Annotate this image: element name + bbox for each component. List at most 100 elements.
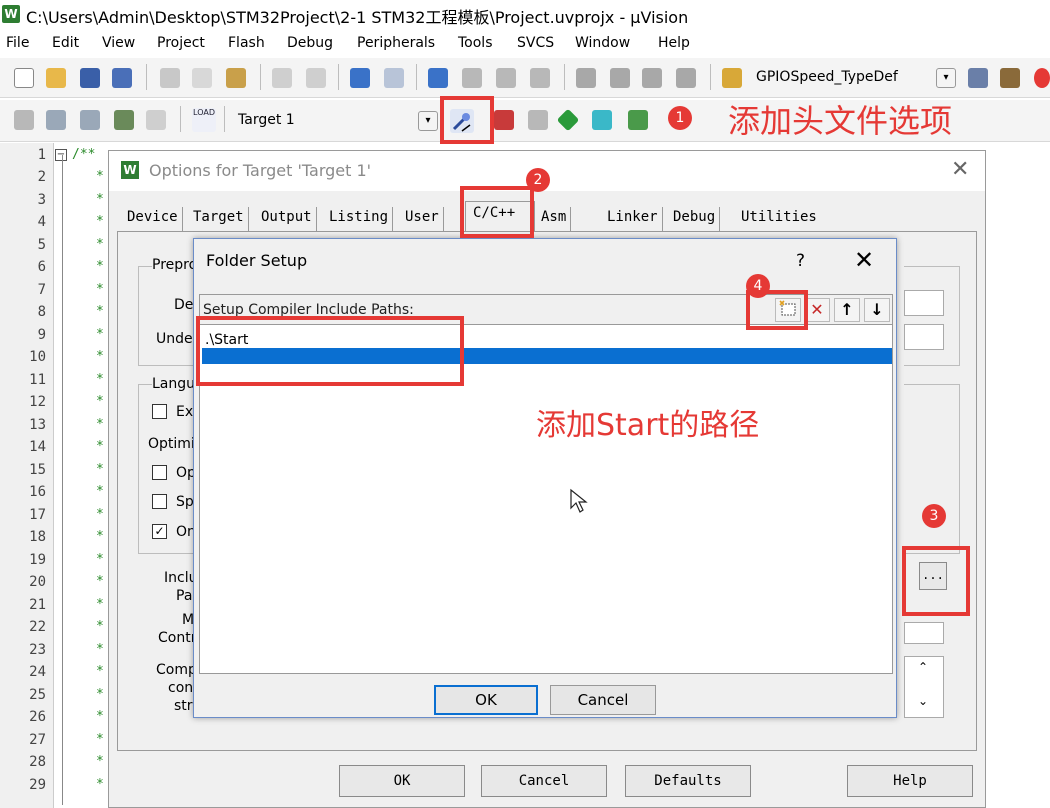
save-all-icon[interactable] bbox=[112, 68, 132, 88]
pack-installer-icon[interactable] bbox=[592, 110, 612, 130]
options-help-button[interactable]: Help bbox=[847, 765, 973, 797]
navigate-back-icon[interactable] bbox=[350, 68, 370, 88]
copy-icon[interactable] bbox=[192, 68, 212, 88]
find-icon[interactable] bbox=[968, 68, 988, 88]
combo-dropdown-icon[interactable]: ▾ bbox=[936, 68, 956, 88]
folder-cancel-button[interactable]: Cancel bbox=[550, 685, 656, 715]
close-icon[interactable]: ✕ bbox=[951, 157, 969, 182]
tab-utilities[interactable]: Utilities bbox=[737, 207, 821, 231]
options-cancel-button[interactable]: Cancel bbox=[481, 765, 607, 797]
bookmark-clear-icon[interactable] bbox=[530, 68, 550, 88]
scroll-down-icon[interactable]: ⌄ bbox=[918, 694, 928, 708]
find-in-files-icon[interactable] bbox=[722, 68, 742, 88]
option-checkbox[interactable] bbox=[152, 465, 167, 480]
tab-target[interactable]: Target bbox=[189, 207, 249, 231]
manage-components-icon[interactable] bbox=[494, 110, 514, 130]
line-number: 11 bbox=[29, 372, 46, 388]
line-number: 24 bbox=[29, 664, 46, 680]
folder-ok-button[interactable]: OK bbox=[434, 685, 538, 715]
tab-asm[interactable]: Asm bbox=[537, 207, 572, 231]
tab-device[interactable]: Device bbox=[123, 207, 183, 231]
tab-user[interactable]: User bbox=[401, 207, 444, 231]
save-icon[interactable] bbox=[80, 68, 100, 88]
folder-setup-title: Folder Setup bbox=[206, 251, 308, 270]
stop-build-icon[interactable] bbox=[146, 110, 166, 130]
uncomment-icon[interactable] bbox=[676, 68, 696, 88]
indent-icon[interactable] bbox=[576, 68, 596, 88]
run-time-env-icon[interactable] bbox=[628, 110, 648, 130]
rebuild-icon[interactable] bbox=[80, 110, 100, 130]
stop-icon[interactable] bbox=[1034, 68, 1050, 88]
annotation-header-option: 添加头文件选项 bbox=[728, 102, 953, 140]
help-icon[interactable]: ? bbox=[796, 251, 805, 271]
target-select[interactable]: Target 1 bbox=[232, 109, 438, 133]
paste-icon[interactable] bbox=[226, 68, 246, 88]
translate-icon[interactable] bbox=[14, 110, 34, 130]
code-comment-star: * bbox=[96, 304, 104, 319]
new-file-icon[interactable] bbox=[14, 68, 34, 88]
toolbar-separator bbox=[416, 64, 417, 90]
navigate-forward-icon[interactable] bbox=[384, 68, 404, 88]
select-pack-icon[interactable] bbox=[556, 108, 580, 132]
batch-build-icon[interactable] bbox=[114, 110, 134, 130]
move-down-icon[interactable]: ↓ bbox=[864, 298, 890, 322]
cut-icon[interactable] bbox=[160, 68, 180, 88]
download-icon[interactable]: LOAD bbox=[192, 108, 216, 132]
tab-debug[interactable]: Debug bbox=[669, 207, 721, 231]
mouse-cursor-icon bbox=[570, 488, 588, 513]
menu-flash[interactable]: Flash bbox=[228, 35, 265, 51]
menu-svcs[interactable]: SVCS bbox=[517, 35, 554, 51]
file-extensions-icon[interactable] bbox=[528, 110, 548, 130]
menu-help[interactable]: Help bbox=[658, 35, 690, 51]
tab-linker[interactable]: Linker bbox=[603, 207, 663, 231]
unindent-icon[interactable] bbox=[610, 68, 630, 88]
code-comment-star: * bbox=[96, 754, 104, 769]
target-dropdown-icon[interactable]: ▾ bbox=[418, 111, 438, 131]
code-comment-star: * bbox=[96, 282, 104, 297]
menu-project[interactable]: Project bbox=[157, 35, 205, 51]
menu-debug[interactable]: Debug bbox=[287, 35, 333, 51]
build-icon[interactable] bbox=[46, 110, 66, 130]
option-checkbox[interactable] bbox=[152, 404, 167, 419]
bookmark-next-icon[interactable] bbox=[496, 68, 516, 88]
menu-view[interactable]: View bbox=[102, 35, 135, 51]
close-icon[interactable]: ✕ bbox=[854, 246, 874, 274]
undefine-field[interactable] bbox=[904, 324, 944, 350]
code-comment-star: * bbox=[96, 664, 104, 679]
comment-icon[interactable] bbox=[642, 68, 662, 88]
define-field[interactable] bbox=[904, 290, 944, 316]
misc-controls-label: Contr bbox=[158, 630, 197, 646]
debug-session-icon[interactable] bbox=[1000, 68, 1020, 88]
tab-output[interactable]: Output bbox=[257, 207, 317, 231]
find-combo[interactable]: GPIOSpeed_TypeDef bbox=[752, 66, 958, 90]
option-checkbox-label: Ex bbox=[176, 404, 194, 420]
toolbar-separator bbox=[710, 64, 711, 90]
line-number: 25 bbox=[29, 687, 46, 703]
fold-line bbox=[62, 155, 63, 805]
toolbar-separator bbox=[260, 64, 261, 90]
line-number: 2 bbox=[37, 169, 46, 185]
tab-listing[interactable]: Listing bbox=[325, 207, 394, 231]
line-number: 15 bbox=[29, 462, 46, 478]
option-checkbox-checked[interactable]: ✓ bbox=[152, 524, 167, 539]
menu-window[interactable]: Window bbox=[575, 35, 630, 51]
line-number: 6 bbox=[37, 259, 46, 275]
option-checkbox[interactable] bbox=[152, 494, 167, 509]
scroll-up-icon[interactable]: ⌃ bbox=[918, 660, 928, 674]
menu-peripherals[interactable]: Peripherals bbox=[357, 35, 435, 51]
bookmark-prev-icon[interactable] bbox=[462, 68, 482, 88]
menu-tools[interactable]: Tools bbox=[458, 35, 493, 51]
move-up-icon[interactable]: ↑ bbox=[834, 298, 860, 322]
menu-edit[interactable]: Edit bbox=[52, 35, 79, 51]
options-defaults-button[interactable]: Defaults bbox=[625, 765, 751, 797]
misc-controls-field[interactable] bbox=[904, 622, 944, 644]
menu-file[interactable]: File bbox=[6, 35, 29, 51]
open-folder-icon[interactable] bbox=[46, 68, 66, 88]
undo-icon[interactable] bbox=[272, 68, 292, 88]
redo-icon[interactable] bbox=[306, 68, 326, 88]
fold-toggle-icon[interactable]: − bbox=[55, 149, 67, 161]
code-comment-star: * bbox=[96, 259, 104, 274]
options-ok-button[interactable]: OK bbox=[339, 765, 465, 797]
bookmark-icon[interactable] bbox=[428, 68, 448, 88]
highlight-options-button bbox=[440, 96, 494, 144]
